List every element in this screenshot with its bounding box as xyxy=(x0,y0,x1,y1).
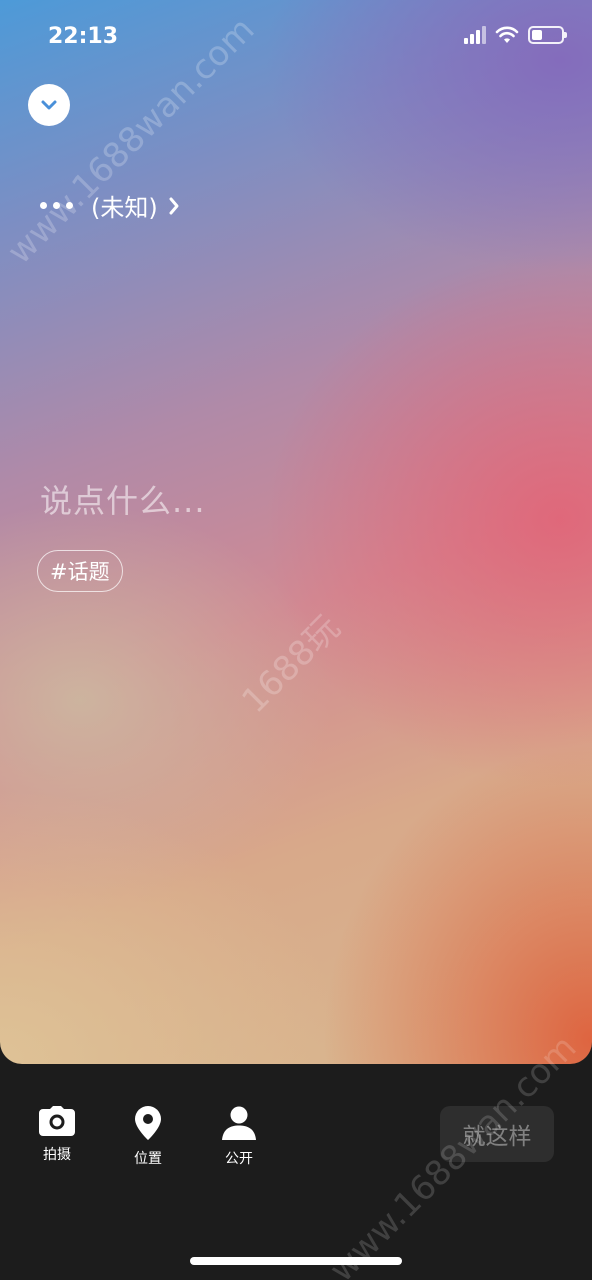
camera-label: 拍摄 xyxy=(43,1147,71,1163)
location-selector[interactable]: (未知) xyxy=(40,188,180,223)
more-dots-icon xyxy=(40,202,73,209)
collapse-button[interactable] xyxy=(28,84,70,126)
home-indicator[interactable] xyxy=(190,1257,402,1265)
status-icons xyxy=(464,26,567,44)
location-button[interactable]: 位置 xyxy=(118,1106,178,1168)
wifi-icon xyxy=(495,26,519,43)
compose-card: 22:13 (未知) 说点什么... #话题 www.1688wan.com 1… xyxy=(0,0,592,1064)
bottom-toolbar: 拍摄 位置 公开 就这样 www.1688wan.com xyxy=(0,1028,592,1280)
status-time: 22:13 xyxy=(48,24,119,49)
privacy-label: 公开 xyxy=(225,1151,253,1167)
person-icon xyxy=(222,1106,256,1140)
location-label: (未知) xyxy=(91,194,158,222)
compose-text-input[interactable]: 说点什么... xyxy=(40,476,206,522)
watermark-center: 1688玩 xyxy=(234,607,348,722)
privacy-button[interactable]: 公开 xyxy=(209,1106,269,1168)
submit-button[interactable]: 就这样 xyxy=(440,1106,554,1162)
cellular-signal-icon xyxy=(464,26,486,44)
chevron-down-icon xyxy=(41,100,57,110)
chevron-right-icon xyxy=(169,197,179,214)
battery-icon xyxy=(528,26,567,44)
camera-icon xyxy=(39,1106,75,1136)
watermark-top: www.1688wan.com xyxy=(0,9,263,273)
location-pin-icon xyxy=(135,1106,161,1140)
topic-button[interactable]: #话题 xyxy=(37,550,123,592)
location-tool-label: 位置 xyxy=(134,1151,162,1167)
camera-button[interactable]: 拍摄 xyxy=(27,1106,87,1164)
